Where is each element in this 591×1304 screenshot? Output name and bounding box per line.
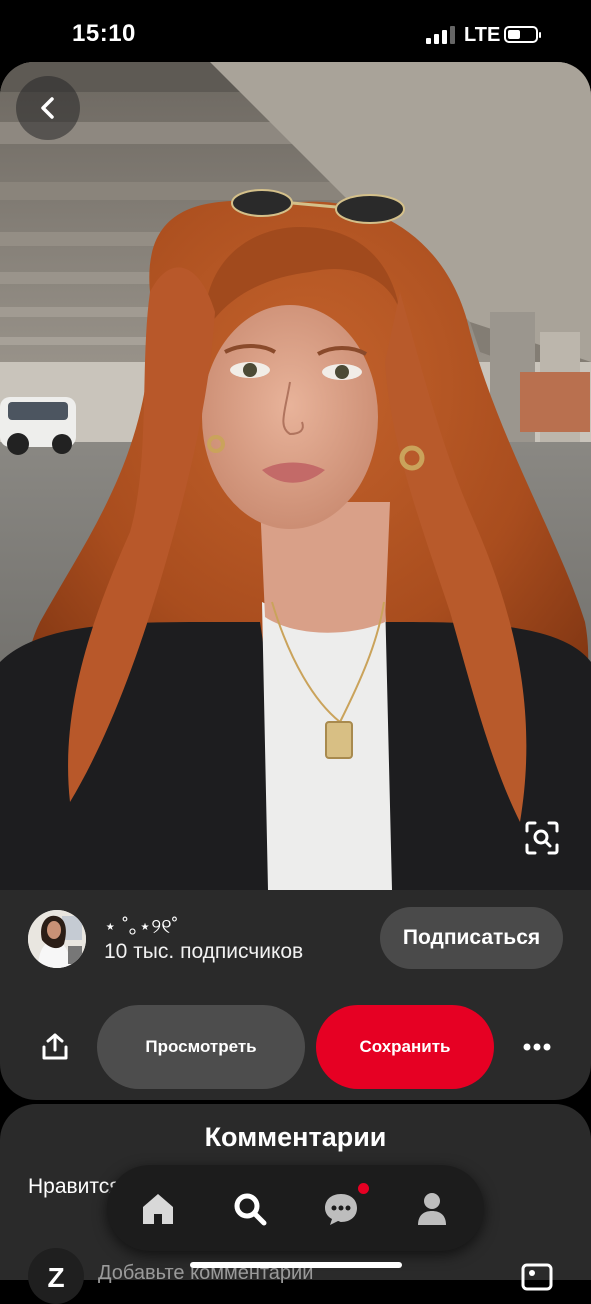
pin-photo-illustration xyxy=(0,62,591,890)
author-followers: 10 тыс. подписчиков xyxy=(104,940,304,963)
network-label: LTE xyxy=(464,24,501,46)
image-icon xyxy=(521,1263,553,1291)
comments-title: Комментарии xyxy=(204,1122,387,1152)
pin-image[interactable] xyxy=(0,62,591,890)
nav-profile[interactable] xyxy=(408,1185,456,1233)
signal-icon xyxy=(426,26,456,44)
messages-icon xyxy=(325,1194,357,1225)
back-button[interactable] xyxy=(16,76,80,140)
nav-search[interactable] xyxy=(226,1185,274,1233)
more-options-button[interactable] xyxy=(514,1030,560,1064)
nav-home[interactable] xyxy=(134,1185,182,1233)
save-button[interactable]: Сохранить xyxy=(316,1005,494,1089)
status-time: 15:10 xyxy=(72,20,136,47)
share-icon xyxy=(42,1033,68,1060)
lens-search-icon xyxy=(525,821,559,855)
author-name[interactable]: ⋆ ˚｡⋆୨୧˚ xyxy=(104,910,178,939)
notification-dot xyxy=(358,1183,369,1194)
status-bar: 15:10 LTE xyxy=(0,0,591,66)
home-indicator xyxy=(190,1262,402,1268)
chevron-left-icon xyxy=(41,97,54,119)
share-button[interactable] xyxy=(30,1025,80,1069)
nav-messages[interactable] xyxy=(317,1185,365,1233)
author-avatar[interactable] xyxy=(28,910,86,968)
author-avatar-image xyxy=(28,910,86,968)
view-button[interactable]: Просмотреть xyxy=(97,1005,305,1089)
profile-icon xyxy=(418,1193,446,1225)
search-icon xyxy=(234,1193,267,1226)
home-icon xyxy=(143,1194,173,1224)
visual-search-button[interactable] xyxy=(522,815,562,861)
more-dots-icon xyxy=(523,1043,551,1051)
follow-button[interactable]: Подписаться xyxy=(380,907,563,969)
add-image-button[interactable] xyxy=(520,1262,554,1292)
battery-icon xyxy=(504,26,541,43)
my-avatar[interactable]: Z xyxy=(28,1248,84,1304)
